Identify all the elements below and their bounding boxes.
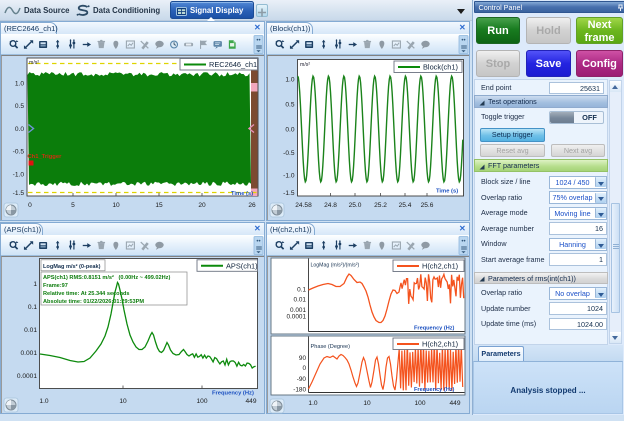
svg-text:25.6: 25.6 — [421, 202, 434, 209]
svg-text:APS(ch1): APS(ch1) — [226, 261, 258, 270]
svg-text:0.01: 0.01 — [294, 296, 307, 303]
svg-text:10: 10 — [112, 202, 120, 209]
svg-text:0.5: 0.5 — [15, 103, 24, 110]
svg-text:0.0: 0.0 — [15, 126, 24, 133]
svg-text:20: 20 — [198, 202, 206, 209]
svg-text:-0.5: -0.5 — [283, 150, 295, 157]
svg-text:Frequency (Hz): Frequency (Hz) — [212, 391, 254, 397]
svg-text:••: •• — [256, 38, 260, 44]
svg-text:0.1: 0.1 — [297, 286, 306, 293]
svg-text:Frequency (Hz): Frequency (Hz) — [414, 326, 455, 332]
svg-text:LogMag (m/s²)/(m/s²): LogMag (m/s²)/(m/s²) — [311, 263, 360, 269]
svg-text:1.0: 1.0 — [308, 400, 317, 407]
svg-text:0.0001: 0.0001 — [17, 373, 38, 380]
svg-text:26: 26 — [248, 202, 256, 209]
svg-text:25.2: 25.2 — [374, 202, 387, 209]
svg-text:••: •• — [256, 239, 260, 245]
svg-text:-1.0: -1.0 — [13, 171, 25, 178]
svg-text:Frame:97: Frame:97 — [43, 283, 68, 289]
svg-text:H(ch2,ch1): H(ch2,ch1) — [422, 340, 458, 349]
svg-text:1: 1 — [33, 281, 37, 288]
svg-text:24.58: 24.58 — [295, 202, 312, 209]
svg-text:15: 15 — [155, 202, 163, 209]
svg-text:1.0: 1.0 — [39, 398, 48, 405]
svg-text:m/s²: m/s² — [29, 60, 39, 66]
svg-text:10: 10 — [363, 400, 371, 407]
svg-text:5: 5 — [71, 202, 75, 209]
svg-text:449: 449 — [449, 400, 460, 407]
svg-text:-180: -180 — [293, 387, 306, 394]
svg-text:Time (s): Time (s) — [436, 189, 458, 195]
svg-text:Absolute time: 01/22/2026:01:2: Absolute time: 01/22/2026:01:29:53PM — [43, 299, 144, 305]
svg-text:24.8: 24.8 — [324, 202, 337, 209]
svg-text:m/s²: m/s² — [300, 62, 310, 68]
svg-text:25.0: 25.0 — [349, 202, 362, 209]
svg-text:Relative time: At 25.344 secon: Relative time: At 25.344 seconds — [43, 291, 130, 297]
svg-text:100: 100 — [196, 398, 207, 405]
svg-text:H(ch2,ch1): H(ch2,ch1) — [422, 262, 458, 271]
svg-text:-0.5: -0.5 — [13, 148, 25, 155]
svg-text:0: 0 — [302, 365, 306, 372]
svg-text:10: 10 — [119, 398, 127, 405]
svg-text:REC2646_ch1: REC2646_ch1 — [209, 60, 257, 69]
svg-text:0.5: 0.5 — [285, 101, 294, 108]
svg-text:449: 449 — [245, 398, 256, 405]
svg-text:-1.5: -1.5 — [283, 190, 295, 197]
svg-text:90: 90 — [299, 355, 307, 362]
svg-text:100: 100 — [414, 400, 425, 407]
svg-text:Ch1_Trigger: Ch1_Trigger — [28, 154, 63, 160]
svg-text:25.4: 25.4 — [399, 202, 412, 209]
svg-text:1.0: 1.0 — [15, 80, 24, 87]
svg-text:-90: -90 — [297, 376, 307, 383]
svg-text:0.1: 0.1 — [28, 304, 37, 311]
svg-text:Frequency (Hz): Frequency (Hz) — [414, 387, 455, 393]
svg-text:0.001: 0.001 — [20, 350, 37, 357]
svg-text:-1.5: -1.5 — [13, 190, 25, 197]
svg-text:-1.0: -1.0 — [283, 172, 295, 179]
svg-text:Block(ch1): Block(ch1) — [423, 63, 458, 72]
svg-text:LogMag m/s² (0-peak): LogMag m/s² (0-peak) — [43, 263, 101, 270]
svg-text:APS(ch1) RMS:0.8151 m/s² (0.: APS(ch1) RMS:0.8151 m/s² (0.00Hz ~ 499.0… — [43, 274, 170, 281]
svg-text:••: •• — [461, 239, 465, 245]
svg-text:0.0: 0.0 — [285, 126, 294, 133]
svg-text:0.0001: 0.0001 — [286, 313, 306, 320]
svg-text:Time (s): Time (s) — [231, 191, 253, 197]
svg-text:0.01: 0.01 — [24, 327, 37, 334]
svg-text:Phase (Degree): Phase (Degree) — [311, 344, 351, 350]
svg-text:••: •• — [461, 38, 465, 44]
svg-text:1.0: 1.0 — [285, 76, 294, 83]
svg-text:0: 0 — [28, 202, 32, 209]
